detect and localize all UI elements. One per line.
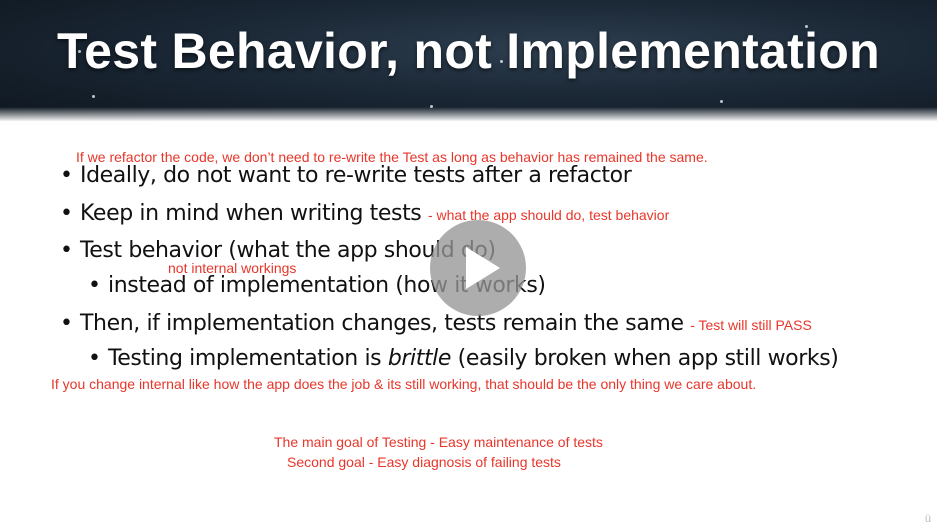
inline-annotation: - what the app should do, test behavior	[427, 207, 670, 223]
bullet-item: • Then, if implementation changes, tests …	[60, 311, 812, 336]
star-decoration	[720, 100, 723, 103]
inline-annotation: - Test will still PASS	[690, 317, 812, 333]
play-icon[interactable]	[466, 247, 500, 289]
goal-second: Second goal - Easy diagnosis of failing …	[287, 454, 561, 470]
slide-header: Test Behavior, not Implementation	[0, 0, 937, 121]
bullet-item: • Ideally, do not want to re-write tests …	[60, 163, 632, 188]
slide-body: If we refactor the code, we don’t need t…	[0, 121, 937, 531]
sub-bullet-item: • Testing implementation is brittle (easi…	[88, 346, 839, 371]
star-decoration	[92, 95, 95, 98]
slide-title: Test Behavior, not Implementation	[57, 23, 880, 79]
goal-main: The main goal of Testing - Easy maintena…	[274, 434, 603, 450]
watermark-icon: ü	[924, 513, 931, 525]
annotation-change: If you change internal like how the app …	[51, 376, 757, 392]
bullet-item: • Keep in mind when writing tests - what …	[60, 201, 670, 226]
play-button[interactable]	[430, 220, 526, 316]
